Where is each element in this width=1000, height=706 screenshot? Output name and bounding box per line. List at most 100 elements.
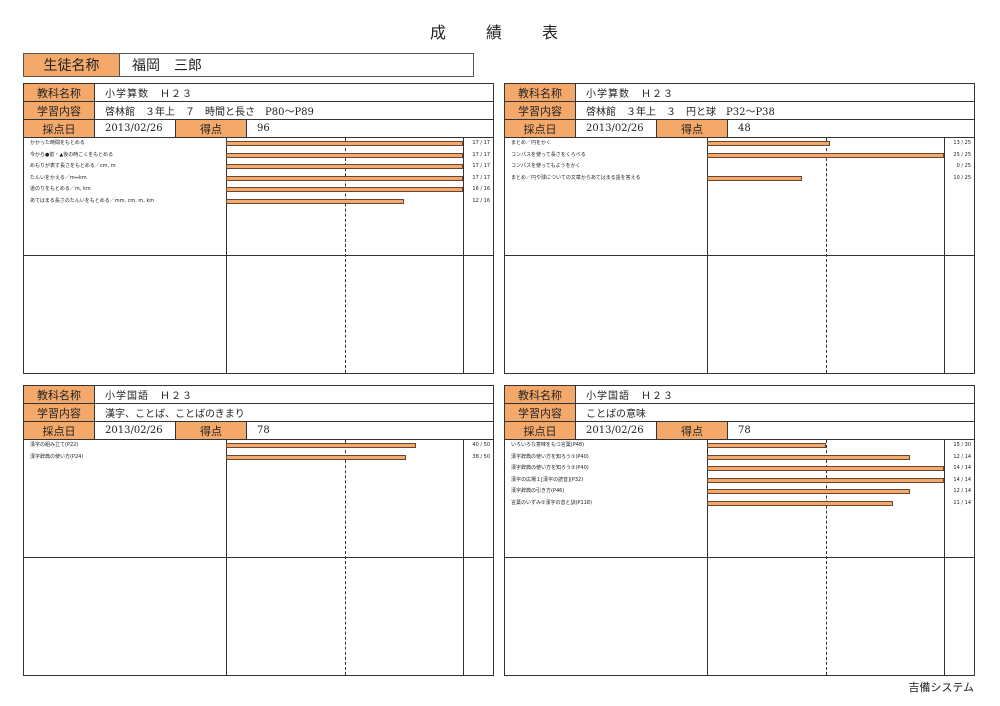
item-label: 今から●前・▲後の時こくをもとめる: [30, 151, 114, 158]
item-score: 15 / 30: [953, 442, 971, 448]
item-label: いろいろな意味をもつ言葉(P48): [511, 442, 585, 448]
subject-value: 小学算数 Ｈ２３: [586, 89, 674, 100]
item-score: 12 / 14: [953, 453, 971, 460]
score-panel-3: 教科名称 小学国語 Ｈ２３ 学習内容 漢字、ことば、ことばのきまり 採点日 2013/02…: [23, 385, 494, 676]
score-bar: [707, 443, 826, 448]
item-label: めもりが表す長さをもとめる／cm, m: [30, 163, 116, 170]
content-row: 学習内容 啓林館 ３年上 ７ 時間と長さ P80～P89: [24, 102, 493, 120]
item-label: 漢字辞典の使い方を知ろう②(P40): [511, 465, 589, 472]
score-bar: [707, 175, 802, 181]
score-label: 得点: [176, 120, 247, 137]
item-label: コンパスを使ってもようをかく: [511, 163, 581, 170]
subject-value: 小学国語 Ｈ２３: [105, 391, 193, 402]
chart-separator: [505, 557, 974, 558]
content-row: 学習内容 啓林館 ３年上 ３ 円と球 P32～P38: [505, 102, 974, 120]
item-score: 14 / 14: [953, 465, 971, 472]
content-value: 啓林館 ３年上 ７ 時間と長さ P80～P89: [105, 107, 314, 118]
item-label: 道のりをもとめる／m, km: [30, 186, 91, 193]
item-label: あてはまる長さのたんいをもとめる／mm, cm, m, km: [30, 198, 155, 204]
student-name: 福岡 三郎: [132, 58, 202, 74]
subject-row: 教科名称 小学算数 Ｈ２３: [24, 84, 493, 102]
subject-label: 教科名称: [24, 386, 95, 403]
score-panel-4: 教科名称 小学国語 Ｈ２３ 学習内容 ことばの意味 採点日 2013/02/26 得点 78 い…: [504, 385, 975, 676]
item-score: 14 / 14: [953, 476, 971, 483]
chart-separator: [24, 255, 493, 256]
score-bar: [707, 489, 910, 495]
footer-company: 吉備システム: [908, 681, 974, 694]
score-bar: [226, 199, 404, 204]
item-score: 13 / 25: [953, 140, 971, 146]
content-label: 学習内容: [24, 102, 95, 119]
date-label: 採点日: [24, 422, 95, 439]
content-label: 学習内容: [505, 404, 576, 421]
score-bar: [226, 141, 463, 146]
item-label: コンパスを使って長さをくらべる: [511, 151, 586, 158]
student-info: 生徒名称 福岡 三郎: [23, 53, 474, 77]
date-value: 2013/02/26: [95, 120, 176, 137]
item-score: 11 / 14: [953, 500, 971, 506]
date-label: 採点日: [505, 422, 576, 439]
score-bar: [226, 164, 463, 170]
score-label: 得点: [657, 422, 728, 439]
item-score: 17 / 17: [472, 151, 490, 158]
score-bar: [707, 501, 893, 506]
content-row: 学習内容 漢字、ことば、ことばのきまり: [24, 404, 493, 422]
item-label: 漢字の組み立て(P22): [30, 442, 79, 448]
subject-row: 教科名称 小学国語 Ｈ２３: [505, 386, 974, 404]
date-value: 2013/02/26: [576, 422, 657, 439]
score-bar: [707, 141, 830, 146]
score-panel-2: 教科名称 小学算数 Ｈ２３ 学習内容 啓林館 ３年上 ３ 円と球 P32～P38 採点日…: [504, 83, 975, 374]
subject-row: 教科名称 小学算数 Ｈ２３: [505, 84, 974, 102]
item-chart: 漢字の組み立て(P22) 40 / 50 漢字辞典の使い方(P24) 38 / 50: [24, 440, 493, 675]
item-chart: かかった時間をもとめる 17 / 17 今から●前・▲後の時こくをもとめる 17 / …: [24, 138, 493, 373]
item-score: 0 / 25: [956, 163, 971, 170]
score-bar: [226, 152, 463, 158]
item-score: 10 / 25: [953, 174, 971, 181]
score-bar: [707, 477, 944, 483]
subject-label: 教科名称: [505, 386, 576, 403]
content-label: 学習内容: [505, 102, 576, 119]
score-label: 得点: [657, 120, 728, 137]
item-label: まとめ／円や球についての文章からあてはまる語を答える: [511, 174, 641, 181]
total-score-value: 48: [738, 123, 751, 134]
item-score: 38 / 50: [472, 453, 490, 460]
score-bar: [226, 443, 416, 448]
subject-row: 教科名称 小学国語 Ｈ２３: [24, 386, 493, 404]
page-title: 成 績 表: [429, 23, 570, 42]
subject-value: 小学算数 Ｈ２３: [105, 89, 193, 100]
item-label: 漢字辞典の引き方(P46): [511, 488, 565, 495]
content-value: 漢字、ことば、ことばのきまり: [105, 409, 245, 420]
item-label: 漢字辞典の使い方(P24): [30, 453, 84, 460]
content-value: 啓林館 ３年上 ３ 円と球 P32～P38: [586, 107, 775, 118]
date-score-row: 採点日 2013/02/26 得点 78: [505, 422, 974, 440]
score-bar: [226, 175, 463, 181]
date-score-row: 採点日 2013/02/26 得点 78: [24, 422, 493, 440]
item-label: たんいをかえる／m⇔km: [30, 174, 87, 181]
item-score: 17 / 17: [472, 174, 490, 181]
item-chart: まとめ／円をかく 13 / 25 コンパスを使って長さをくらべる 25 / 25 コンパ…: [505, 138, 974, 373]
chart-separator: [505, 255, 974, 256]
content-value: ことばの意味: [586, 409, 646, 420]
content-row: 学習内容 ことばの意味: [505, 404, 974, 422]
date-score-row: 採点日 2013/02/26 得点 48: [505, 120, 974, 138]
score-label: 得点: [176, 422, 247, 439]
score-bar: [707, 454, 910, 460]
date-score-row: 採点日 2013/02/26 得点 96: [24, 120, 493, 138]
total-score-value: 78: [257, 425, 270, 436]
date-value: 2013/02/26: [576, 120, 657, 137]
item-label: 漢字の広場１[漢字の読音](P32): [511, 476, 584, 483]
subject-label: 教科名称: [505, 84, 576, 101]
content-label: 学習内容: [24, 404, 95, 421]
item-label: まとめ／円をかく: [511, 140, 552, 146]
subject-label: 教科名称: [24, 84, 95, 101]
item-score: 40 / 50: [472, 442, 490, 448]
item-label: かかった時間をもとめる: [30, 140, 85, 146]
item-label: 漢字辞典の使い方を知ろう①(P40): [511, 453, 589, 460]
date-value: 2013/02/26: [95, 422, 176, 439]
total-score-value: 96: [257, 123, 270, 134]
item-chart: いろいろな意味をもつ言葉(P48) 15 / 30 漢字辞典の使い方を知ろう①(P4…: [505, 440, 974, 675]
score-panel-1: 教科名称 小学算数 Ｈ２３ 学習内容 啓林館 ３年上 ７ 時間と長さ P80～P89 採…: [23, 83, 494, 374]
score-bar: [707, 152, 944, 158]
item-label: 言葉のいずみ②漢字の音と訓(P118): [511, 500, 592, 506]
chart-separator: [24, 557, 493, 558]
